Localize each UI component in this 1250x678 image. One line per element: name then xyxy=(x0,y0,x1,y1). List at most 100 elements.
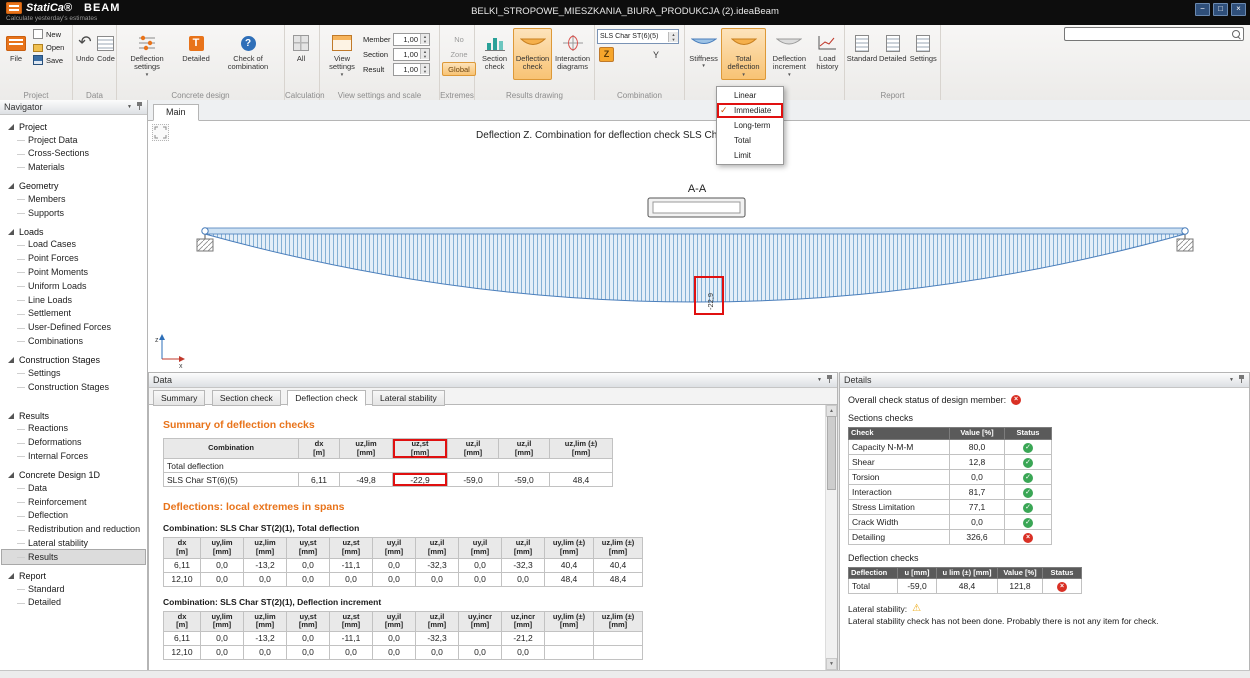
nav-section-project[interactable]: Project xyxy=(2,120,145,133)
spin-down-icon[interactable]: ▼ xyxy=(421,39,429,44)
table-row: Torsion0,0✓ xyxy=(849,469,1052,484)
calculate-all-button[interactable]: All xyxy=(287,28,315,80)
nav-item-members[interactable]: Members xyxy=(2,192,145,206)
result-scale-input[interactable]: 1,00▲▼ xyxy=(393,63,430,76)
nav-item-point-forces[interactable]: Point Forces xyxy=(2,252,145,266)
view-settings-button[interactable]: View settings ▼ xyxy=(322,28,362,80)
nav-section-construction-stages[interactable]: Construction Stages xyxy=(2,353,145,366)
spin-down-icon[interactable]: ▼ xyxy=(421,54,429,59)
panel-menu-icon[interactable]: ▼ xyxy=(1229,377,1234,383)
tab-lateral-stability[interactable]: Lateral stability xyxy=(372,390,445,406)
menu-item-linear[interactable]: Linear xyxy=(717,88,783,103)
report-detailed-button[interactable]: Detailed xyxy=(878,28,908,80)
interaction-diagrams-button[interactable]: Interaction diagrams xyxy=(553,28,592,80)
code-button[interactable]: Code xyxy=(96,28,116,80)
spin-down-icon[interactable]: ▼ xyxy=(421,69,429,74)
direction-y-button[interactable]: Y xyxy=(653,50,659,60)
tab-main[interactable]: Main xyxy=(153,104,199,121)
nav-item-project-data[interactable]: Project Data xyxy=(2,133,145,147)
nav-item-standard[interactable]: Standard xyxy=(2,582,145,596)
nav-section-loads[interactable]: Loads xyxy=(2,225,145,238)
section-scale-input[interactable]: 1,00▲▼ xyxy=(393,48,430,61)
deflection-increment-button[interactable]: Deflection increment ▼ xyxy=(767,28,812,80)
report-standard-button[interactable]: Standard xyxy=(847,28,877,80)
deflection-settings-button[interactable]: Deflection settings ▼ xyxy=(119,28,175,80)
direction-z-button[interactable]: Z xyxy=(599,47,614,62)
panel-menu-icon[interactable]: ▼ xyxy=(127,104,132,110)
expand-triangle-icon[interactable] xyxy=(8,229,14,235)
check-of-combination-button[interactable]: ? Check of combination xyxy=(217,28,279,80)
nav-item-settlement[interactable]: Settlement xyxy=(2,307,145,321)
nav-item-user-defined-forces[interactable]: User-Defined Forces xyxy=(2,321,145,335)
expand-triangle-icon[interactable] xyxy=(8,124,14,130)
nav-item-supports[interactable]: Supports xyxy=(2,206,145,220)
nav-item-line-loads[interactable]: Line Loads xyxy=(2,293,145,307)
nav-item-results[interactable]: Results xyxy=(2,550,145,564)
expand-triangle-icon[interactable] xyxy=(8,357,14,363)
open-button[interactable]: Open xyxy=(31,41,66,53)
expand-triangle-icon[interactable] xyxy=(8,472,14,478)
tab-summary[interactable]: Summary xyxy=(153,390,205,406)
details-content: Overall check status of design member: ×… xyxy=(840,388,1249,628)
menu-item-total[interactable]: Total xyxy=(717,133,783,148)
nav-item-point-moments[interactable]: Point Moments xyxy=(2,266,145,280)
scroll-down-icon[interactable]: ▼ xyxy=(826,658,837,670)
member-scale-input[interactable]: 1,00▲▼ xyxy=(393,33,430,46)
menu-item-immediate[interactable]: ✓Immediate xyxy=(717,103,783,118)
nav-item-lateral-stability[interactable]: Lateral stability xyxy=(2,537,145,551)
maximize-button[interactable]: □ xyxy=(1213,3,1228,16)
nav-item-load-cases[interactable]: Load Cases xyxy=(2,238,145,252)
nav-item-construction-stages[interactable]: Construction Stages xyxy=(2,380,145,394)
nav-item-reinforcement[interactable]: Reinforcement xyxy=(2,495,145,509)
total-deflection-button[interactable]: Total deflection ▼ xyxy=(721,28,766,80)
nav-item-settings[interactable]: Settings xyxy=(2,366,145,380)
pin-icon[interactable] xyxy=(1238,375,1245,386)
extremes-no-button[interactable]: No xyxy=(442,32,476,46)
extremes-global-button[interactable]: Global xyxy=(442,62,476,76)
deflection-check-button[interactable]: Deflection check xyxy=(513,28,552,80)
tab-section-check[interactable]: Section check xyxy=(212,390,281,406)
save-button[interactable]: Save xyxy=(31,54,66,66)
expand-triangle-icon[interactable] xyxy=(8,573,14,579)
data-panel-scrollbar[interactable]: ▲ ▼ xyxy=(825,405,837,670)
expand-triangle-icon[interactable] xyxy=(8,413,14,419)
nav-item-uniform-loads[interactable]: Uniform Loads xyxy=(2,279,145,293)
panel-menu-icon[interactable]: ▼ xyxy=(817,377,822,383)
pin-icon[interactable] xyxy=(136,102,143,113)
stiffness-button[interactable]: Stiffness ▼ xyxy=(687,28,720,80)
scroll-thumb[interactable] xyxy=(827,416,836,490)
nav-item-combinations[interactable]: Combinations xyxy=(2,335,145,349)
minimize-button[interactable]: − xyxy=(1195,3,1210,16)
nav-section-report[interactable]: Report xyxy=(2,569,145,582)
extremes-zone-button[interactable]: Zone xyxy=(442,47,476,61)
nav-item-internal-forces[interactable]: Internal Forces xyxy=(2,450,145,464)
close-button[interactable]: × xyxy=(1231,3,1246,16)
expand-triangle-icon[interactable] xyxy=(8,183,14,189)
nav-section-geometry[interactable]: Geometry xyxy=(2,179,145,192)
section-check-button[interactable]: Section check xyxy=(477,28,512,80)
nav-item-deformations[interactable]: Deformations xyxy=(2,436,145,450)
nav-item-cross-sections[interactable]: Cross-Sections xyxy=(2,147,145,161)
nav-item-data[interactable]: Data xyxy=(2,481,145,495)
nav-section-results[interactable]: Results xyxy=(2,409,145,422)
report-settings-button[interactable]: Settings xyxy=(909,28,938,80)
zoom-extents-icon[interactable] xyxy=(152,124,169,141)
menu-item-long-term[interactable]: Long-term xyxy=(717,118,783,133)
combination-select[interactable]: SLS Char ST(6)(5) ▲▼ xyxy=(597,29,679,44)
search-input[interactable] xyxy=(1064,27,1244,41)
new-button[interactable]: New xyxy=(31,28,66,40)
menu-item-limit[interactable]: Limit xyxy=(717,148,783,163)
nav-item-deflection[interactable]: Deflection xyxy=(2,509,145,523)
nav-item-redistribution-and-reduction[interactable]: Redistribution and reduction xyxy=(2,523,145,537)
nav-item-detailed[interactable]: Detailed xyxy=(2,596,145,610)
nav-item-materials[interactable]: Materials xyxy=(2,161,145,175)
nav-section-concrete-design-1d[interactable]: Concrete Design 1D xyxy=(2,468,145,481)
detailed-button[interactable]: T Detailed xyxy=(176,28,216,80)
file-button[interactable]: File xyxy=(2,28,30,80)
undo-button[interactable]: ↶ Undo xyxy=(75,28,95,80)
combo-spinner-icon[interactable]: ▲▼ xyxy=(668,32,678,42)
tab-deflection-check[interactable]: Deflection check xyxy=(287,390,365,406)
pin-icon[interactable] xyxy=(826,375,833,386)
nav-item-reactions[interactable]: Reactions xyxy=(2,422,145,436)
load-history-button[interactable]: Load history xyxy=(813,28,842,80)
